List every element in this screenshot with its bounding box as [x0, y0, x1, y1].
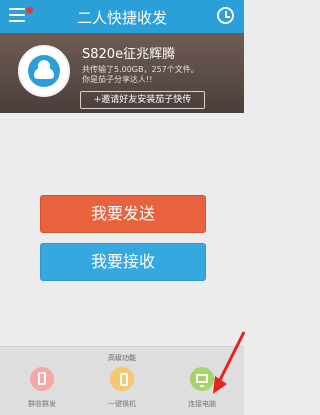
invite-friends-button[interactable]: +邀请好友安装茄子快传 — [80, 91, 205, 109]
device-name: S820e征兆辉腾 — [82, 47, 176, 62]
phone-group-icon — [30, 367, 54, 391]
profile-banner: S820e征兆辉腾 共传输了5.00GB，257个文件。 你是茄子分享达人!! … — [0, 33, 244, 113]
group-transfer-label: 群收群发 — [28, 400, 56, 408]
receive-button[interactable]: 我要接收 — [40, 243, 206, 281]
avatar[interactable] — [18, 45, 70, 97]
transfer-stats: 共传输了5.00GB，257个文件。 — [82, 65, 199, 74]
top-bar: 二人快捷收发 — [0, 0, 244, 33]
achievement-text: 你是茄子分享达人!! — [82, 75, 153, 84]
connect-computer-label: 连接电脑 — [188, 400, 216, 408]
phone-switch-label: 一键换机 — [108, 400, 136, 408]
send-button[interactable]: 我要发送 — [40, 195, 206, 233]
phone-switch-tool[interactable]: 一键换机 — [87, 367, 157, 413]
history-clock-icon[interactable] — [217, 7, 234, 24]
avatar-person-icon — [28, 55, 60, 87]
annotation-arrow — [213, 331, 245, 394]
app-title: 二人快捷收发 — [76, 9, 167, 27]
group-transfer-tool[interactable]: 群收群发 — [7, 367, 77, 413]
phone-switch-icon — [110, 367, 134, 391]
